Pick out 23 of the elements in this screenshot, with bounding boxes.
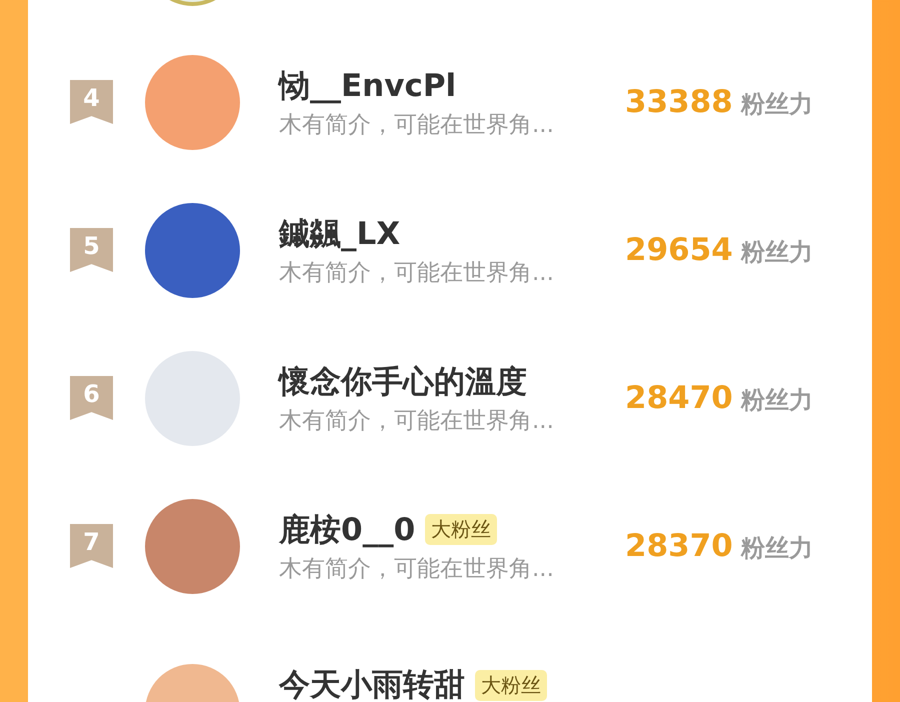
rank-ribbon: 5 bbox=[70, 228, 113, 272]
user-name: 鏚飊_LX bbox=[279, 214, 400, 254]
user-bio: 木有简介，可能在世界角... bbox=[279, 406, 555, 436]
user-name: 今天小雨转甜 bbox=[279, 666, 465, 702]
user-bio: 木有简介，可能在世界角... bbox=[279, 554, 555, 584]
user-bio: 木有简介，可能在世界角... bbox=[279, 258, 555, 288]
user-bio: 木有简介，可能在世界角... bbox=[279, 110, 555, 140]
score-unit: 粉丝力 bbox=[740, 89, 813, 120]
fan-badge: 大粉丝 bbox=[475, 670, 547, 700]
rank-ribbon: 4 bbox=[70, 80, 113, 124]
fan-score: 33388 bbox=[625, 84, 733, 120]
fan-badge: 大粉丝 bbox=[425, 514, 498, 545]
score-unit: 粉丝力 bbox=[740, 385, 813, 416]
rank-ribbon: 7 bbox=[70, 524, 113, 568]
user-name: 恸__EnvcPl bbox=[279, 66, 456, 106]
rank-ribbon: 6 bbox=[70, 376, 113, 420]
score-unit: 粉丝力 bbox=[740, 237, 813, 268]
user-name: 懷念你手心的溫度 bbox=[279, 362, 527, 402]
fan-score: 29654 bbox=[625, 232, 733, 268]
user-name: 鹿桉0__0 bbox=[279, 510, 416, 550]
score-unit: 粉丝力 bbox=[740, 533, 813, 564]
fan-score: 28370 bbox=[625, 528, 733, 564]
fan-score: 28470 bbox=[625, 380, 733, 416]
